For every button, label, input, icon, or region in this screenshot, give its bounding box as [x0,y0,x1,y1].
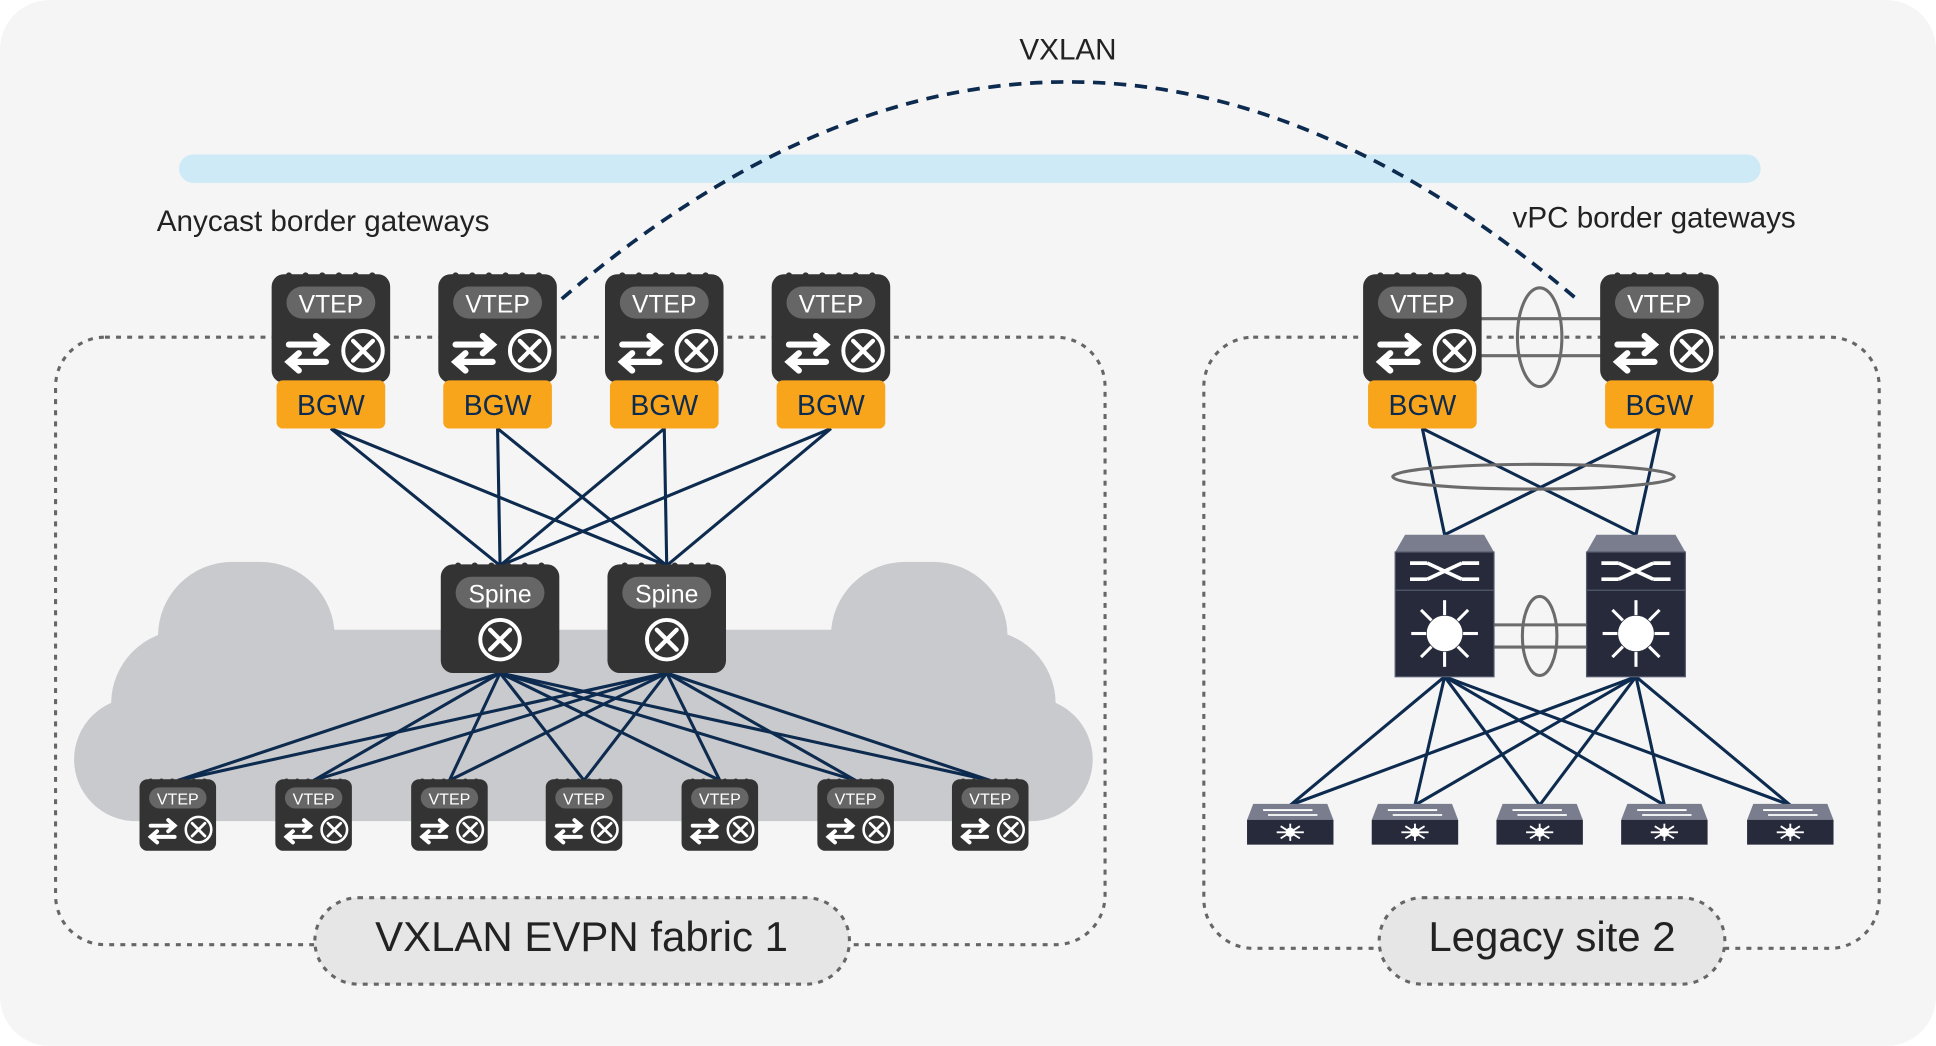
spine-2[interactable]: Spine [607,562,726,674]
device-label: VTEP [157,790,199,808]
border-gateway-2[interactable]: VTEP BGW [438,272,557,429]
distribution-switch-1[interactable] [1394,534,1495,678]
border-gateway-3[interactable]: VTEP BGW [605,272,724,429]
access-switch-1[interactable] [1247,803,1334,845]
device-label: VTEP [699,790,741,808]
device-label: VTEP [632,291,696,318]
leaf-vtep-5[interactable]: VTEP [681,778,759,851]
network-diagram: VTEP BGW VTEP BGW VTEP BGW VTEP BGW Spine Spine VT… [0,0,1936,1046]
bgw-label: BGW [630,390,698,422]
device-label: VTEP [563,790,605,808]
device-label: VTEP [1627,291,1691,318]
bgw-label: BGW [297,390,365,422]
leaf-vtep-1[interactable]: VTEP [139,778,217,851]
device-label: VTEP [799,291,863,318]
device-label: VTEP [428,790,470,808]
device-label: VTEP [293,790,335,808]
distribution-switch-2[interactable] [1585,534,1686,678]
device-label: Spine [468,582,531,609]
overlay-bar [179,154,1761,183]
bgw-label: BGW [1626,390,1694,422]
access-switch-5[interactable] [1747,803,1834,845]
device-label: VTEP [1390,291,1454,318]
vpc-title: vPC border gateways [1513,201,1796,234]
anycast-title: Anycast border gateways [157,205,490,238]
fabric1-label: VXLAN EVPN fabric 1 [375,913,788,960]
vxlan-label: VXLAN [1019,33,1116,66]
device-label: VTEP [969,790,1011,808]
vpc-border-gateway-2[interactable]: VTEP BGW [1600,272,1719,429]
device-label: VTEP [465,291,529,318]
device-label: Spine [635,582,698,609]
vpc-border-gateway-1[interactable]: VTEP BGW [1363,272,1482,429]
device-label: VTEP [835,790,877,808]
device-label: VTEP [299,291,363,318]
spine-1[interactable]: Spine [440,562,560,674]
border-gateway-4[interactable]: VTEP BGW [771,272,891,429]
access-switch-2[interactable] [1371,803,1459,845]
access-switch-4[interactable] [1621,803,1708,845]
site2-label: Legacy site 2 [1428,913,1675,960]
leaf-vtep-6[interactable]: VTEP [817,778,894,851]
border-gateway-1[interactable]: VTEP BGW [271,272,391,429]
leaf-vtep-2[interactable]: VTEP [275,778,352,851]
bgw-label: BGW [797,390,865,422]
bgw-label: BGW [464,390,532,422]
leaf-vtep-3[interactable]: VTEP [411,778,488,851]
bgw-label: BGW [1388,390,1456,422]
access-switch-3[interactable] [1496,803,1583,845]
leaf-vtep-4[interactable]: VTEP [545,778,623,851]
leaf-vtep-7[interactable]: VTEP [951,778,1029,851]
